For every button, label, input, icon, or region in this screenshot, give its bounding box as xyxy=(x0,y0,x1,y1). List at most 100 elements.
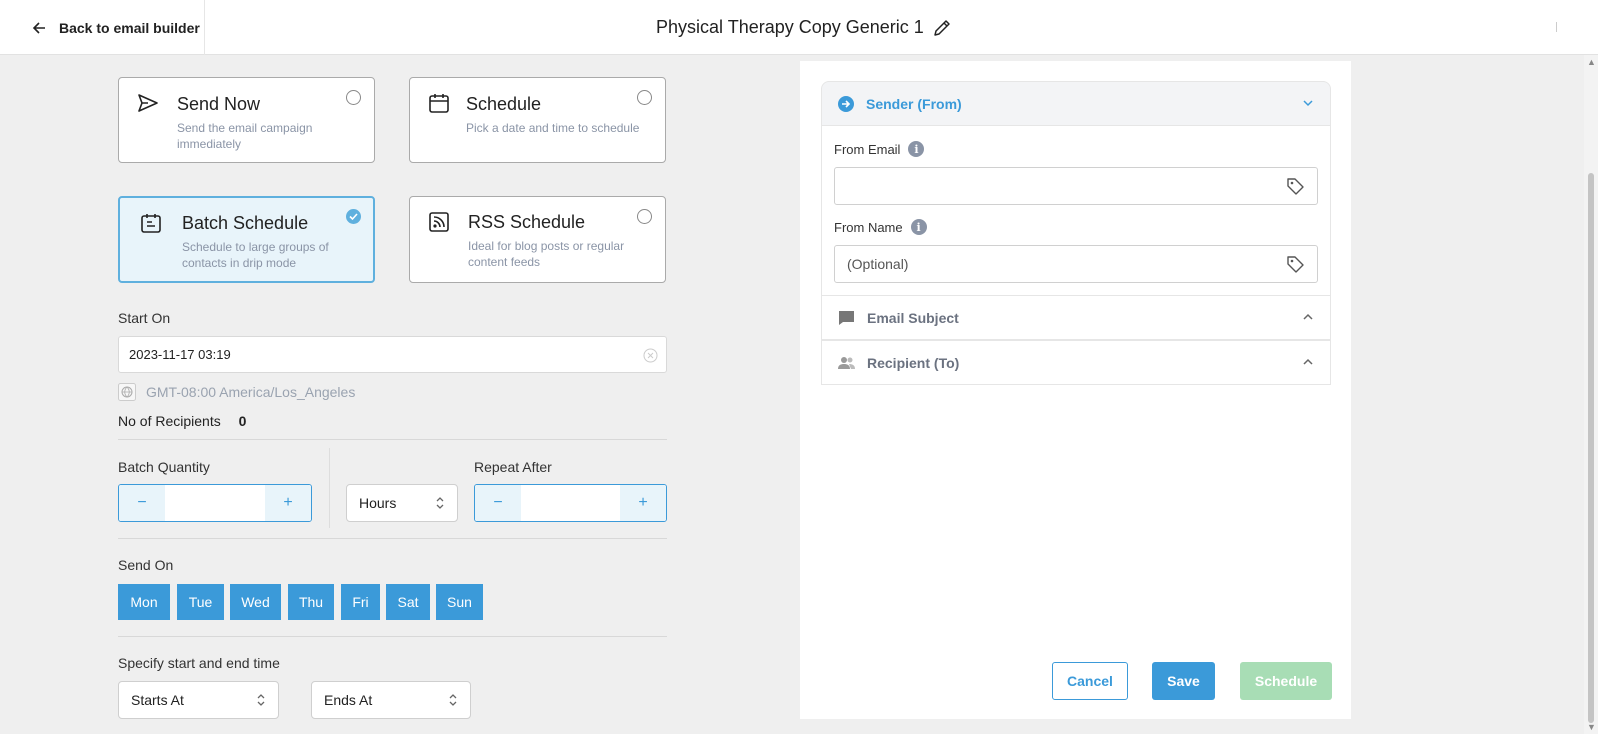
card-title: Schedule xyxy=(466,94,542,114)
info-icon[interactable]: i xyxy=(910,219,927,235)
recipients-label: No of Recipients xyxy=(118,413,221,429)
divider xyxy=(118,439,667,440)
card-desc: Schedule to large groups of contacts in … xyxy=(182,240,329,270)
card-schedule[interactable]: Schedule Pick a date and time to schedul… xyxy=(409,77,666,163)
accordion-email-subject[interactable]: Email Subject xyxy=(821,295,1331,340)
starts-at-select[interactable]: Starts At xyxy=(118,681,279,719)
start-on-label: Start On xyxy=(118,310,171,326)
recipient-title: Recipient (To) xyxy=(867,354,960,371)
cancel-button[interactable]: Cancel xyxy=(1052,662,1128,700)
from-name-field[interactable]: (Optional) xyxy=(834,245,1318,283)
card-desc: Pick a date and time to schedule xyxy=(466,121,640,135)
updown-chevron-icon xyxy=(449,694,457,706)
day-wed[interactable]: Wed xyxy=(230,584,281,620)
timezone: GMT-08:00 America/Los_Angeles xyxy=(118,383,355,401)
calendar-icon xyxy=(429,94,449,113)
page-title: Physical Therapy Copy Generic 1 xyxy=(656,17,952,38)
from-email-field[interactable] xyxy=(834,167,1318,205)
arrow-left-icon xyxy=(32,21,45,34)
repeat-after-label: Repeat After xyxy=(474,459,552,475)
sender-title: Sender (From) xyxy=(866,95,962,112)
scrollbar[interactable]: ▲ ▼ xyxy=(1584,55,1598,734)
chevron-down-icon xyxy=(1303,100,1313,107)
divider xyxy=(118,636,667,637)
unit-value: Hours xyxy=(359,495,397,511)
decrement-button[interactable]: − xyxy=(475,485,521,521)
recipients-row: No of Recipients 0 xyxy=(118,413,246,429)
send-icon xyxy=(138,94,158,112)
ends-at-select[interactable]: Ends At xyxy=(311,681,471,719)
day-sat[interactable]: Sat xyxy=(386,584,430,620)
send-on-label: Send On xyxy=(118,557,174,573)
back-label: Back to email builder xyxy=(59,19,200,36)
card-batch-schedule[interactable]: Batch Schedule Schedule to large groups … xyxy=(118,196,375,283)
card-title: Batch Schedule xyxy=(182,213,309,233)
time-range-label: Specify start and end time xyxy=(118,655,280,671)
comment-icon xyxy=(839,310,854,325)
radio-rss-schedule[interactable] xyxy=(637,209,652,224)
campaign-title: Physical Therapy Copy Generic 1 xyxy=(656,17,924,37)
start-date-value: 2023-11-17 03:19 xyxy=(129,347,231,362)
card-send-now[interactable]: Send Now Send the email campaign immedia… xyxy=(118,77,375,163)
save-button[interactable]: Save xyxy=(1152,662,1215,700)
card-desc: Ideal for blog posts or regular content … xyxy=(468,239,625,269)
radio-send-now[interactable] xyxy=(346,90,361,105)
users-icon xyxy=(838,356,855,369)
increment-button[interactable]: + xyxy=(265,485,311,521)
day-mon[interactable]: Mon xyxy=(118,584,170,620)
card-desc: Send the email campaign immediately xyxy=(177,121,313,151)
from-name-placeholder: (Optional) xyxy=(847,256,909,272)
ends-at-value: Ends At xyxy=(324,692,373,708)
chevron-up-icon xyxy=(1303,358,1313,365)
batch-quantity-label: Batch Quantity xyxy=(118,459,210,475)
check-icon xyxy=(349,213,358,221)
day-tue[interactable]: Tue xyxy=(177,584,224,620)
info-icon[interactable]: i xyxy=(908,141,925,157)
globe-icon xyxy=(118,383,136,401)
clear-icon[interactable] xyxy=(643,348,658,363)
divider xyxy=(118,538,667,539)
repeat-after-stepper[interactable]: − + xyxy=(474,484,667,522)
recipients-count: 0 xyxy=(238,413,247,429)
unit-select[interactable]: Hours xyxy=(346,484,458,522)
accordion-recipient[interactable]: Recipient (To) xyxy=(821,340,1331,385)
from-name-label: From Name xyxy=(834,219,903,235)
batch-calendar-icon xyxy=(141,214,161,233)
increment-button[interactable]: + xyxy=(620,485,666,521)
divider xyxy=(1556,22,1557,32)
tag-icon[interactable] xyxy=(1286,177,1305,196)
scroll-up-icon[interactable]: ▲ xyxy=(1587,57,1596,67)
rss-icon xyxy=(429,212,449,232)
schedule-button[interactable]: Schedule xyxy=(1240,662,1332,700)
scroll-down-icon[interactable]: ▼ xyxy=(1587,722,1596,732)
tag-icon[interactable] xyxy=(1286,255,1305,274)
radio-batch-schedule[interactable] xyxy=(346,209,361,224)
repeat-after-input[interactable] xyxy=(521,485,620,521)
chevron-up-icon xyxy=(1303,313,1313,320)
day-thu[interactable]: Thu xyxy=(288,584,334,620)
updown-chevron-icon xyxy=(257,694,265,706)
card-title: Send Now xyxy=(177,94,261,114)
day-sun[interactable]: Sun xyxy=(436,584,483,620)
card-rss-schedule[interactable]: RSS Schedule Ideal for blog posts or reg… xyxy=(409,196,666,283)
back-button[interactable]: Back to email builder xyxy=(0,0,205,55)
from-name-label-row: From Name i xyxy=(834,219,927,235)
arrow-circle-icon xyxy=(838,95,854,112)
radio-schedule[interactable] xyxy=(637,90,652,105)
decrement-button[interactable]: − xyxy=(119,485,165,521)
timezone-text: GMT-08:00 America/Los_Angeles xyxy=(146,384,356,400)
day-fri[interactable]: Fri xyxy=(341,584,380,620)
from-email-label: From Email xyxy=(834,141,901,157)
starts-at-value: Starts At xyxy=(131,692,184,708)
from-email-label-row: From Email i xyxy=(834,141,925,157)
pencil-icon[interactable] xyxy=(932,18,952,38)
scroll-thumb[interactable] xyxy=(1588,173,1594,723)
batch-quantity-stepper[interactable]: − + xyxy=(118,484,312,522)
top-bar: Back to email builder Physical Therapy C… xyxy=(0,0,1598,55)
start-date-input[interactable]: 2023-11-17 03:19 xyxy=(118,336,667,373)
subject-title: Email Subject xyxy=(867,309,959,326)
updown-chevron-icon xyxy=(436,497,444,509)
card-title: RSS Schedule xyxy=(468,212,586,232)
batch-quantity-input[interactable] xyxy=(165,485,265,521)
accordion-sender[interactable]: Sender (From) xyxy=(821,81,1331,126)
